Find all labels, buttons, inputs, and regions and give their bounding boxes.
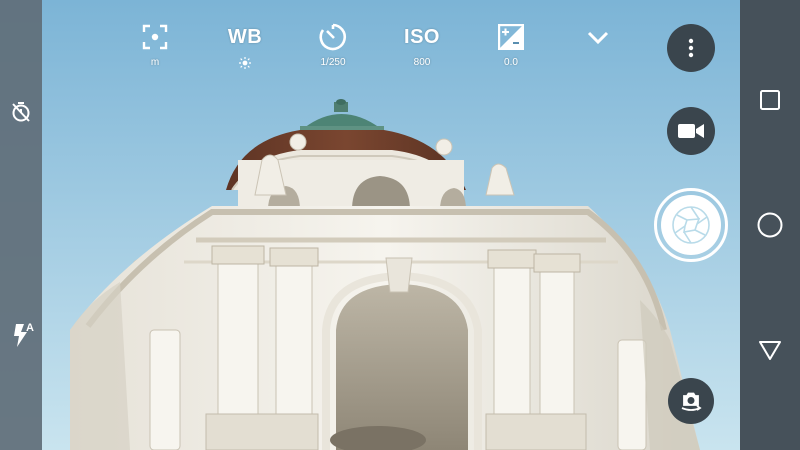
more-vertical-icon (688, 38, 694, 58)
exposure-value: 0.0 (504, 57, 518, 68)
white-balance-setting[interactable]: WB (213, 22, 277, 69)
iso-setting[interactable]: ISO 800 (390, 22, 454, 69)
focus-value: m (150, 57, 160, 68)
iso-label: ISO (404, 25, 440, 48)
exposure-compensation-icon (498, 22, 524, 52)
auto-white-balance-icon (239, 57, 251, 69)
switch-camera-icon (679, 389, 703, 413)
shutter-button[interactable] (654, 188, 728, 262)
more-options-button[interactable] (667, 24, 715, 72)
expand-settings-button[interactable] (566, 22, 630, 52)
camera-app: A m WB 1/250 ISO 800 0.0 (0, 0, 800, 450)
shutter-inner (661, 195, 721, 255)
focus-setting[interactable]: m (123, 22, 187, 69)
central-arch (336, 284, 468, 450)
white-balance-label: WB (227, 25, 263, 48)
timer-off-icon[interactable] (9, 100, 33, 124)
flash-auto-badge: A (26, 322, 34, 334)
flash-auto-icon[interactable]: A (8, 320, 38, 350)
switch-camera-button[interactable] (668, 378, 714, 424)
left-toolbar: A (0, 0, 42, 450)
chevron-down-icon (585, 22, 611, 52)
exposure-setting[interactable]: 0.0 (479, 22, 543, 69)
shutter-speed-value: 1/250 (320, 57, 346, 68)
home-circle-icon[interactable] (756, 211, 784, 239)
aperture-icon (671, 205, 711, 245)
back-triangle-icon[interactable] (756, 338, 784, 362)
focus-frame-icon (142, 22, 168, 52)
shutter-speed-setting[interactable]: 1/250 (301, 22, 365, 69)
video-camera-icon (678, 122, 704, 140)
shutter-speed-timer-icon (318, 22, 348, 52)
recents-square-icon[interactable] (758, 88, 782, 112)
iso-value: 800 (413, 57, 431, 68)
video-mode-button[interactable] (667, 107, 715, 155)
system-navigation-bar (740, 0, 800, 450)
